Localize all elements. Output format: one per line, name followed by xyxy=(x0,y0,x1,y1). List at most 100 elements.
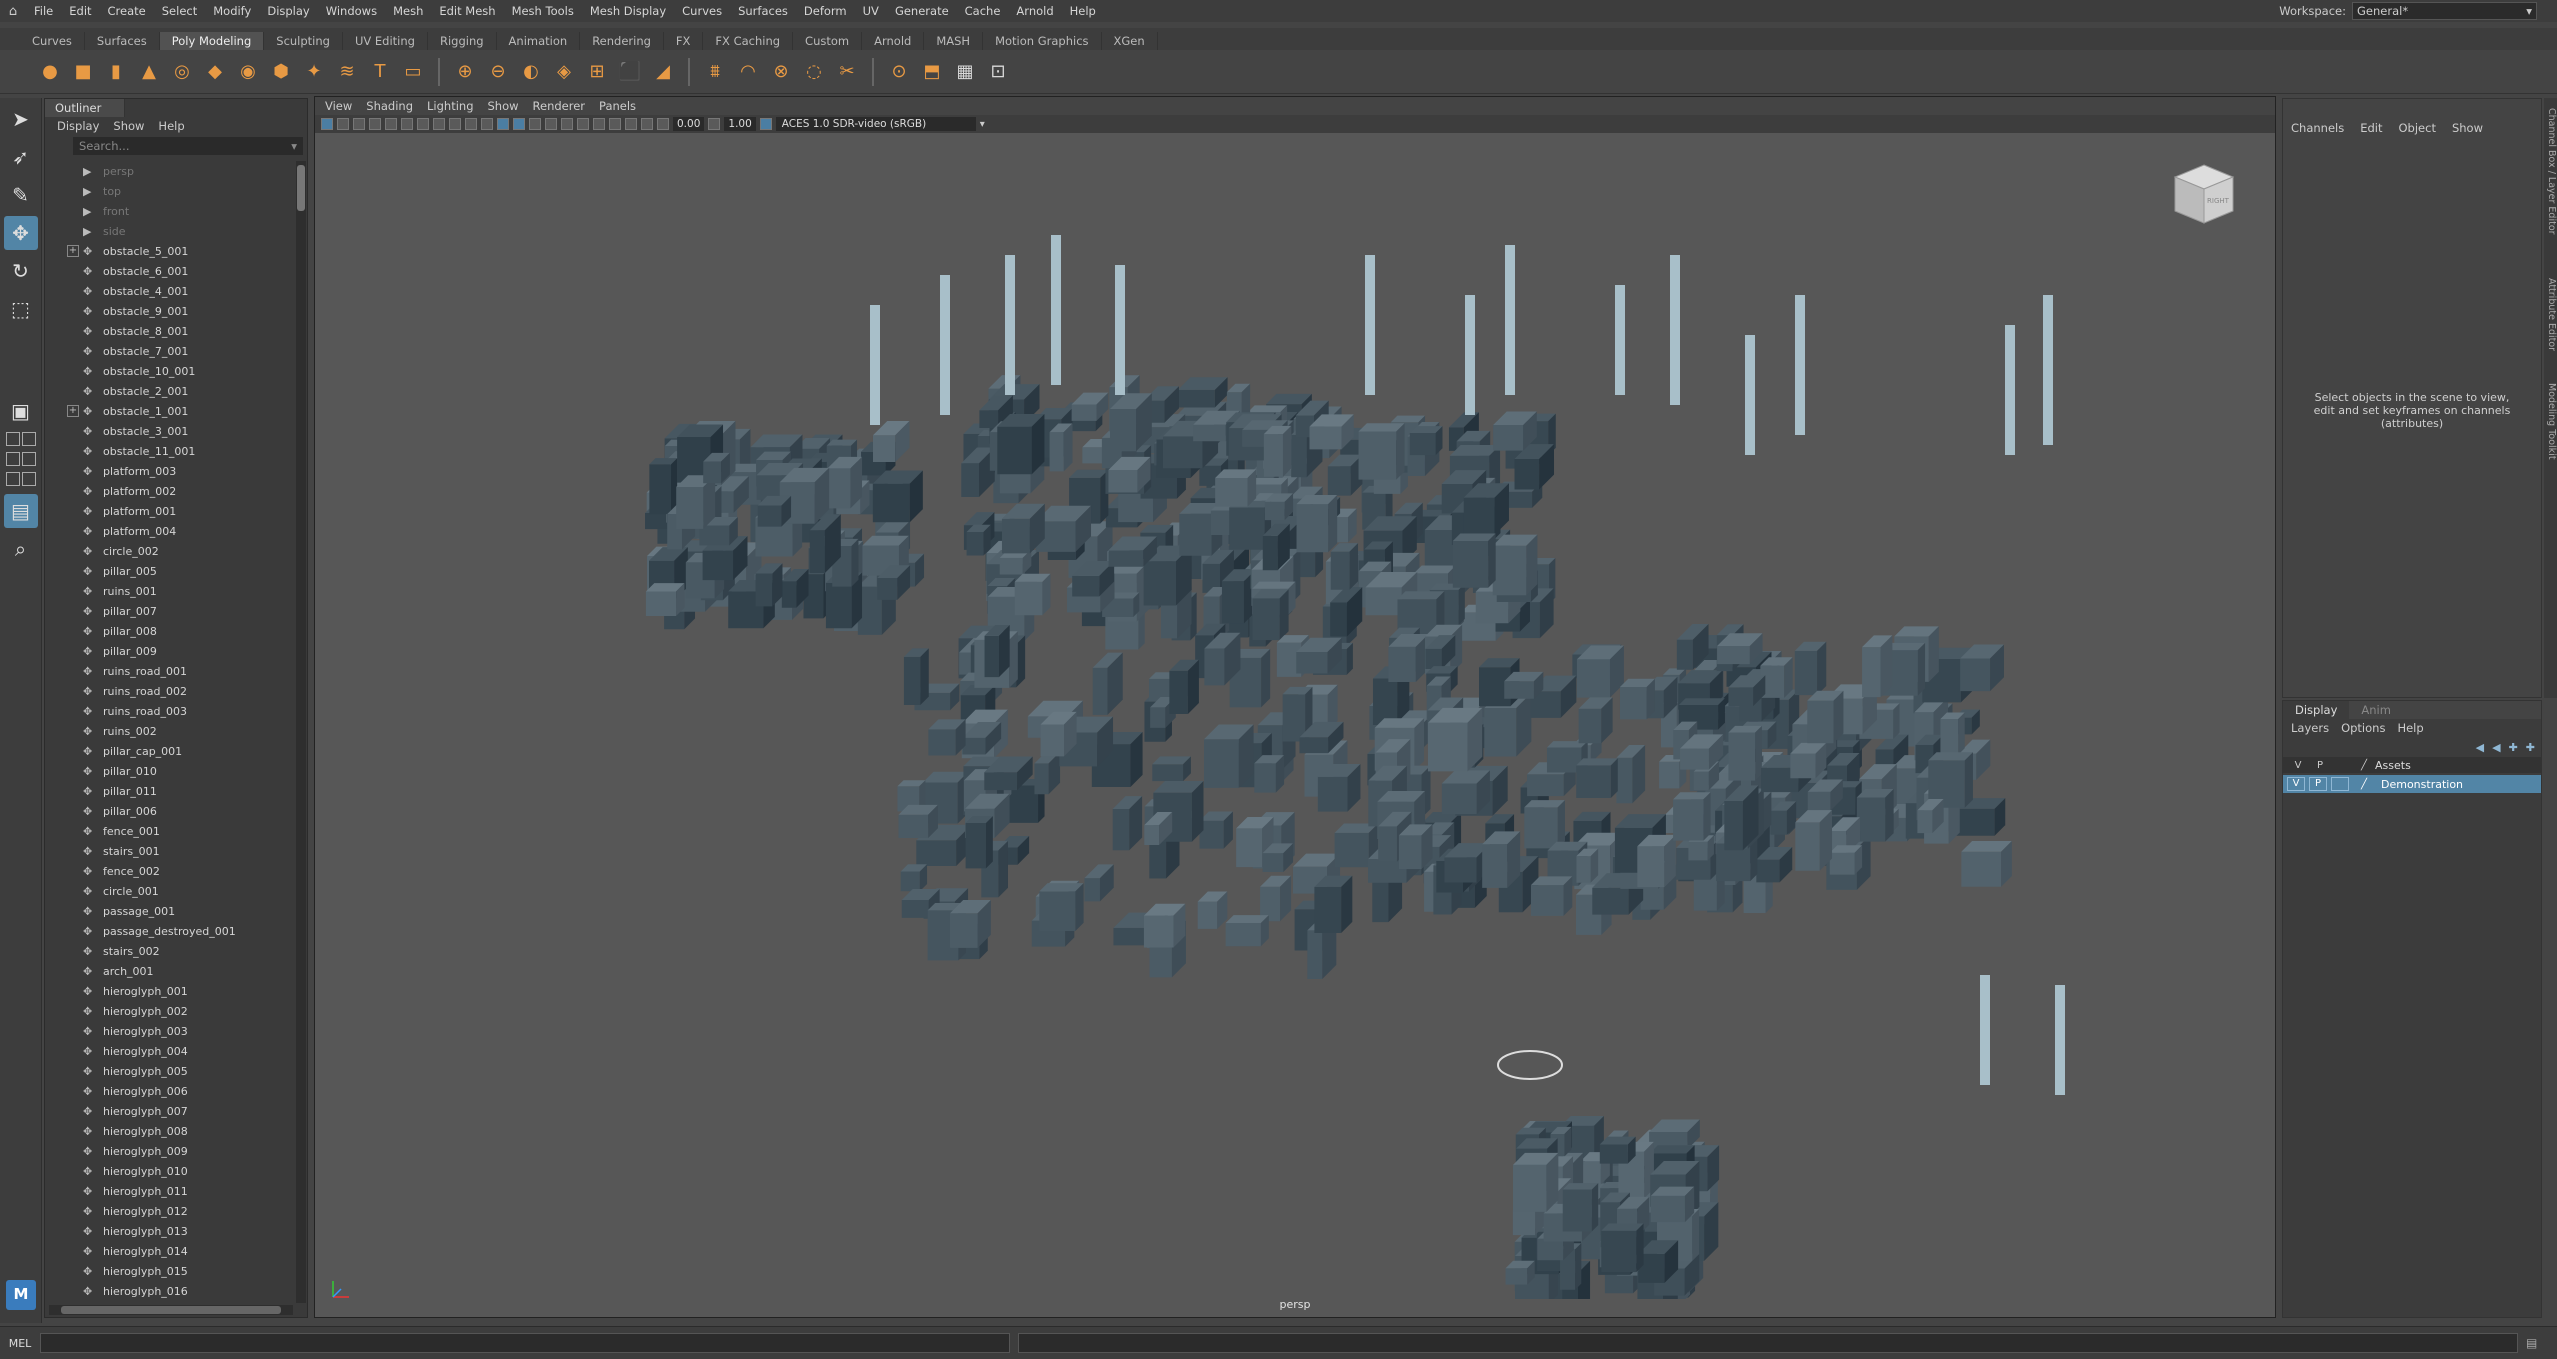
grid-icon[interactable] xyxy=(385,118,397,130)
new-layer-selected-icon[interactable]: ✚ xyxy=(2526,741,2535,754)
command-input[interactable] xyxy=(40,1333,1010,1353)
menu-item[interactable]: Arnold xyxy=(1008,4,1061,18)
menu-item[interactable]: Mesh xyxy=(385,4,431,18)
outliner-item[interactable]: ✥ pillar_008 xyxy=(45,621,295,641)
xray-joints-icon[interactable] xyxy=(641,118,653,130)
resolution-gate-icon[interactable] xyxy=(417,118,429,130)
exposure-field[interactable]: 0.00 xyxy=(673,117,705,131)
shelf-tab[interactable]: Poly Modeling xyxy=(159,32,265,50)
shelf-tab[interactable]: Custom xyxy=(793,32,863,50)
maya-logo[interactable]: M xyxy=(6,1280,36,1310)
menu-item[interactable]: Cache xyxy=(957,4,1009,18)
outliner-item[interactable]: ▶ top xyxy=(45,181,295,201)
color-management-icon[interactable] xyxy=(759,118,772,130)
outliner-item[interactable]: ✥ hieroglyph_010 xyxy=(45,1161,295,1181)
uv-icon[interactable]: ⊡ xyxy=(984,58,1012,86)
svg-icon[interactable]: ▭ xyxy=(399,58,427,86)
outliner-item[interactable]: ✥ pillar_005 xyxy=(45,561,295,581)
antialiasing-icon[interactable] xyxy=(593,118,605,130)
bend-icon[interactable]: ◠ xyxy=(734,58,762,86)
lasso-tool-icon[interactable]: ➶ xyxy=(4,140,38,174)
combine-icon[interactable]: ⊕ xyxy=(451,58,479,86)
side-tab-channel-box[interactable]: Channel Box / Layer Editor xyxy=(2544,108,2557,235)
channel-menu-item[interactable]: Channels xyxy=(2291,121,2344,135)
film-gate-icon[interactable] xyxy=(401,118,413,130)
shelf-tab[interactable]: Rendering xyxy=(580,32,664,50)
select-tool-icon[interactable]: ➤ xyxy=(4,102,38,136)
target-weld-icon[interactable]: ⊙ xyxy=(885,58,913,86)
expand-icon[interactable]: + xyxy=(67,405,79,417)
move-layer-down-icon[interactable]: ◀ xyxy=(2492,741,2500,754)
outliner-item[interactable]: ✥ platform_001 xyxy=(45,501,295,521)
viewport-menu-item[interactable]: Lighting xyxy=(427,97,473,115)
outliner-item[interactable]: ✥ ruins_001 xyxy=(45,581,295,601)
outliner-item[interactable]: ✥ hieroglyph_002 xyxy=(45,1001,295,1021)
outliner-item[interactable]: ✥ hieroglyph_007 xyxy=(45,1101,295,1121)
menu-item[interactable]: Display xyxy=(259,4,317,18)
expand-icon[interactable]: + xyxy=(67,245,79,257)
layer-tab[interactable]: Anim xyxy=(2349,701,2403,719)
super-shape-icon[interactable]: ✦ xyxy=(300,58,328,86)
two-view-icon[interactable] xyxy=(4,452,38,470)
persp-outliner-layout-icon[interactable]: ▤ xyxy=(3,494,38,528)
outliner-item[interactable]: ✥ stairs_001 xyxy=(45,841,295,861)
shelf-tab[interactable]: FX Caching xyxy=(703,32,794,50)
rotate-tool-icon[interactable]: ↻ xyxy=(4,254,38,288)
four-view-icon[interactable] xyxy=(4,432,38,450)
outliner-item[interactable]: ✥ obstacle_6_001 xyxy=(45,261,295,281)
outliner-menu-item[interactable]: Display xyxy=(57,117,99,135)
viewport-menu-item[interactable]: Show xyxy=(488,97,519,115)
outliner-item[interactable]: ▶ persp xyxy=(45,161,295,181)
search-icon[interactable]: ⌕ xyxy=(4,532,38,566)
menu-item[interactable]: Mesh Display xyxy=(582,4,674,18)
outliner-item[interactable]: ✥ obstacle_3_001 xyxy=(45,421,295,441)
cube-icon[interactable]: ■ xyxy=(69,58,97,86)
shelf-tab[interactable]: Surfaces xyxy=(85,32,160,50)
type-icon[interactable]: T xyxy=(366,58,394,86)
outliner-menu-item[interactable]: Show xyxy=(113,117,144,135)
side-tab-attribute-editor[interactable]: Attribute Editor xyxy=(2544,278,2557,351)
outliner-item[interactable]: ✥ ruins_road_002 xyxy=(45,681,295,701)
shelf-tab[interactable]: FX xyxy=(664,32,704,50)
shelf-tab[interactable]: UV Editing xyxy=(343,32,428,50)
outliner-item[interactable]: ✥ obstacle_11_001 xyxy=(45,441,295,461)
sweep-mesh-icon[interactable]: ≋ xyxy=(333,58,361,86)
outliner-scrollbar[interactable] xyxy=(296,161,306,1303)
outliner-item[interactable]: ✥ fence_001 xyxy=(45,821,295,841)
image-plane-icon[interactable] xyxy=(369,118,381,130)
outliner-item[interactable]: ✥ obstacle_10_001 xyxy=(45,361,295,381)
shelf-tab[interactable]: Animation xyxy=(497,32,581,50)
outliner-item[interactable]: ✥ obstacle_9_001 xyxy=(45,301,295,321)
viewport-menu-item[interactable]: Renderer xyxy=(533,97,586,115)
outliner-item[interactable]: ✥ hieroglyph_015 xyxy=(45,1261,295,1281)
side-tab-modeling-toolkit[interactable]: Modeling Toolkit xyxy=(2544,383,2557,460)
outliner-item[interactable]: ✥ hieroglyph_008 xyxy=(45,1121,295,1141)
wireframe-icon[interactable] xyxy=(497,118,509,130)
gamma-field[interactable]: 1.00 xyxy=(724,117,756,131)
home-icon[interactable]: ⌂ xyxy=(0,0,26,22)
channel-menu-item[interactable]: Show xyxy=(2452,121,2483,135)
shelf-tab[interactable]: Curves xyxy=(20,32,85,50)
outliner-item[interactable]: ✥ hieroglyph_009 xyxy=(45,1141,295,1161)
outliner-item[interactable]: ✥ obstacle_4_001 xyxy=(45,281,295,301)
outliner-item[interactable]: ✥ passage_001 xyxy=(45,901,295,921)
outliner-item[interactable]: ✥ hieroglyph_004 xyxy=(45,1041,295,1061)
outliner-item[interactable]: ✥ hieroglyph_013 xyxy=(45,1221,295,1241)
move-layer-up-icon[interactable]: ◀ xyxy=(2476,741,2484,754)
viewcube-icon[interactable]: RIGHT xyxy=(2171,161,2237,227)
outliner-item[interactable]: ✥ platform_003 xyxy=(45,461,295,481)
menu-item[interactable]: Help xyxy=(1062,4,1104,18)
outliner-item[interactable]: ✥ ruins_002 xyxy=(45,721,295,741)
layer-visibility-toggle[interactable]: V xyxy=(2287,777,2305,791)
textured-icon[interactable] xyxy=(529,118,541,130)
mirror-icon[interactable]: ⊞ xyxy=(583,58,611,86)
outliner-hscrollbar[interactable] xyxy=(49,1305,293,1315)
viewport-menu-item[interactable]: Panels xyxy=(599,97,636,115)
menu-item[interactable]: Edit xyxy=(61,4,99,18)
outliner-item[interactable]: ✥ hieroglyph_006 xyxy=(45,1081,295,1101)
boolean-icon[interactable]: ◈ xyxy=(550,58,578,86)
layer-color-swatch[interactable] xyxy=(2331,777,2349,791)
outliner-item[interactable]: ✥ stairs_002 xyxy=(45,941,295,961)
outliner-item[interactable]: ✥ pillar_009 xyxy=(45,641,295,661)
scrollbar-thumb[interactable] xyxy=(297,165,305,211)
